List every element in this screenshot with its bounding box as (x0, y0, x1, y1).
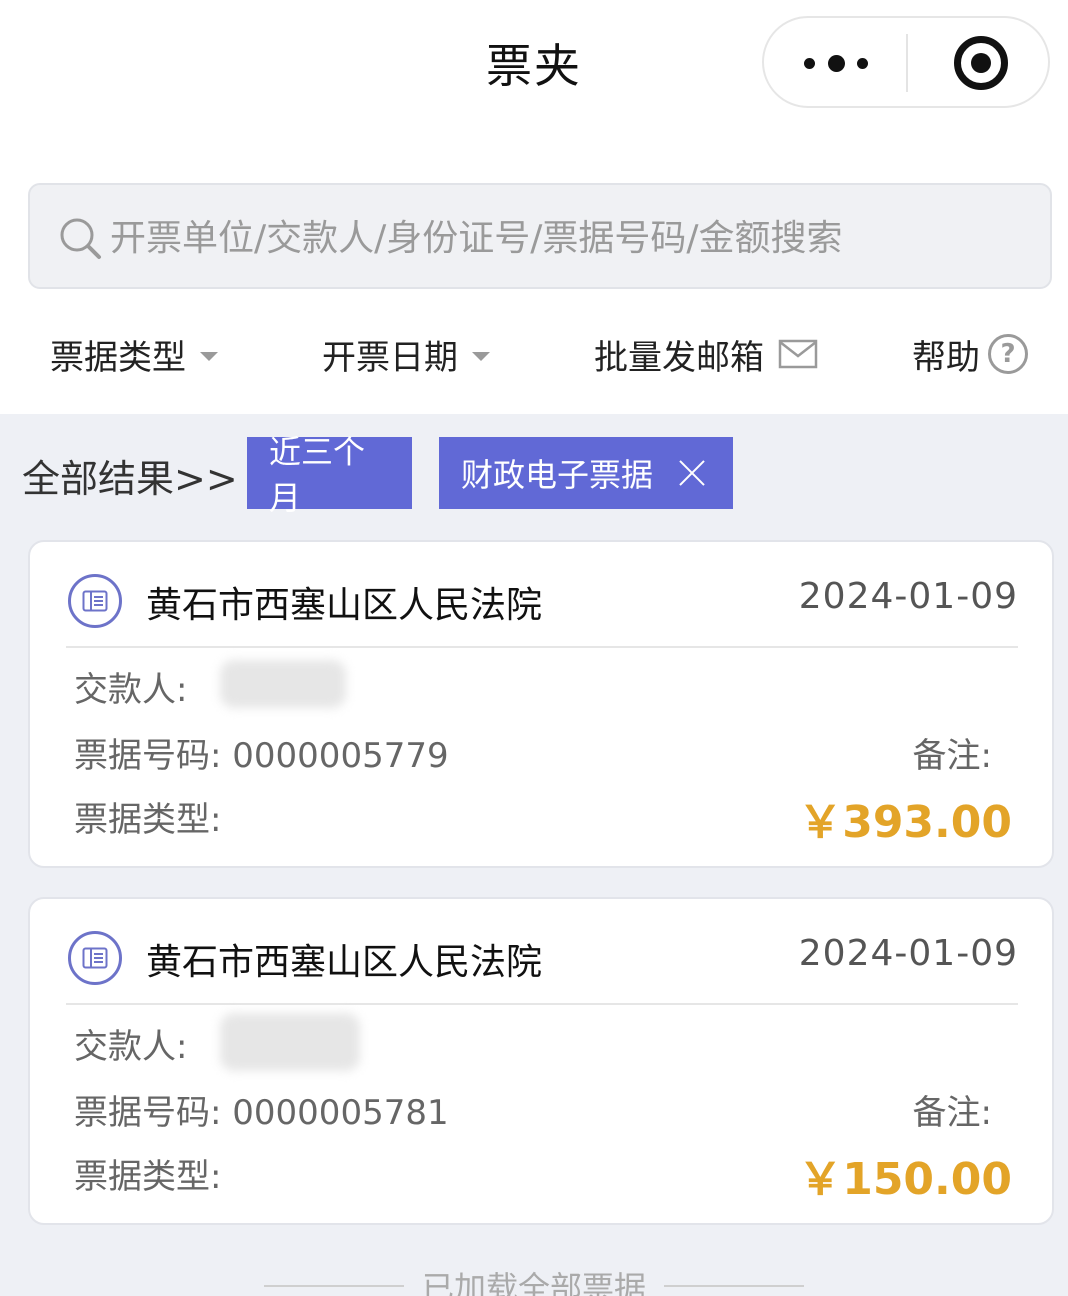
filter-ticket-type[interactable]: 票据类型 (50, 326, 218, 382)
issuer-name: 黄石市西塞山区人民法院 (146, 585, 543, 626)
all-loaded-text: 已加载全部票据 (421, 1269, 646, 1296)
search-icon (60, 218, 101, 259)
ticket-number-row: 票据号码: 0000005781 (74, 1085, 449, 1134)
help-label: 帮助 (912, 337, 980, 378)
footer-line-right (664, 1285, 804, 1287)
search-bar[interactable] (28, 183, 1052, 289)
ticket-number-value: 0000005781 (232, 1093, 449, 1133)
remark-label: 备注: (912, 1093, 992, 1133)
help-button[interactable]: 帮助 ? (912, 326, 1028, 382)
help-icon: ? (988, 334, 1028, 374)
capsule-divider (906, 34, 908, 92)
ticket-amount: ￥393.00 (798, 797, 1012, 848)
payer-label: 交款人: (74, 670, 188, 710)
chip-fiscal-e-ticket[interactable]: 财政电子票据 (439, 437, 733, 509)
close-miniprogram-icon[interactable] (954, 36, 1008, 90)
caret-down-icon (200, 351, 218, 361)
divider (66, 1003, 1018, 1005)
chip-recent-three-months[interactable]: 近三个月 (247, 433, 412, 517)
payer-label: 交款人: (74, 1027, 188, 1067)
remark-label: 备注: (912, 736, 992, 776)
ticket-number-label: 票据号码: (74, 1093, 222, 1133)
ticket-type-label: 票据类型: (74, 1157, 222, 1197)
all-results-link[interactable]: 全部结果>> (22, 448, 238, 503)
ticket-type-label: 票据类型: (74, 800, 222, 840)
payer-redacted (220, 1013, 360, 1071)
chip-label: 财政电子票据 (461, 456, 654, 494)
filter-ticket-type-label: 票据类型 (50, 337, 186, 378)
ticket-number-label: 票据号码: (74, 736, 222, 776)
filter-issue-date[interactable]: 开票日期 (322, 326, 490, 382)
header-area: 票夹 票据类型 开票日期 批量发邮箱 帮助 ? (0, 0, 1068, 414)
ticket-number-row: 票据号码: 0000005779 (74, 728, 449, 777)
issuer-name: 黄石市西塞山区人民法院 (146, 942, 543, 983)
ticket-icon (68, 931, 122, 985)
batch-email-label: 批量发邮箱 (594, 337, 764, 378)
payer-redacted (220, 660, 346, 708)
chip-label: 近三个月 (269, 433, 366, 517)
all-loaded-footer: 已加载全部票据 (0, 1266, 1068, 1296)
footer-line-left (263, 1285, 404, 1287)
close-icon[interactable] (677, 458, 707, 488)
search-input[interactable] (110, 205, 1030, 271)
ticket-card[interactable]: 黄石市西塞山区人民法院 2024-01-09 交款人: 票据号码: 000000… (28, 540, 1054, 868)
more-icon[interactable] (804, 48, 868, 78)
caret-down-icon (472, 351, 490, 361)
ticket-number-value: 0000005779 (232, 736, 449, 776)
filter-issue-date-label: 开票日期 (322, 337, 458, 378)
ticket-amount: ￥150.00 (798, 1154, 1012, 1205)
issue-date: 2024-01-09 (798, 933, 1018, 974)
issue-date: 2024-01-09 (798, 576, 1018, 617)
divider (66, 646, 1018, 648)
ticket-icon (68, 574, 122, 628)
mail-icon (778, 339, 818, 369)
ticket-card[interactable]: 黄石市西塞山区人民法院 2024-01-09 交款人: 票据号码: 000000… (28, 897, 1054, 1225)
batch-email-button[interactable]: 批量发邮箱 (594, 326, 818, 382)
miniprogram-capsule (762, 16, 1050, 108)
